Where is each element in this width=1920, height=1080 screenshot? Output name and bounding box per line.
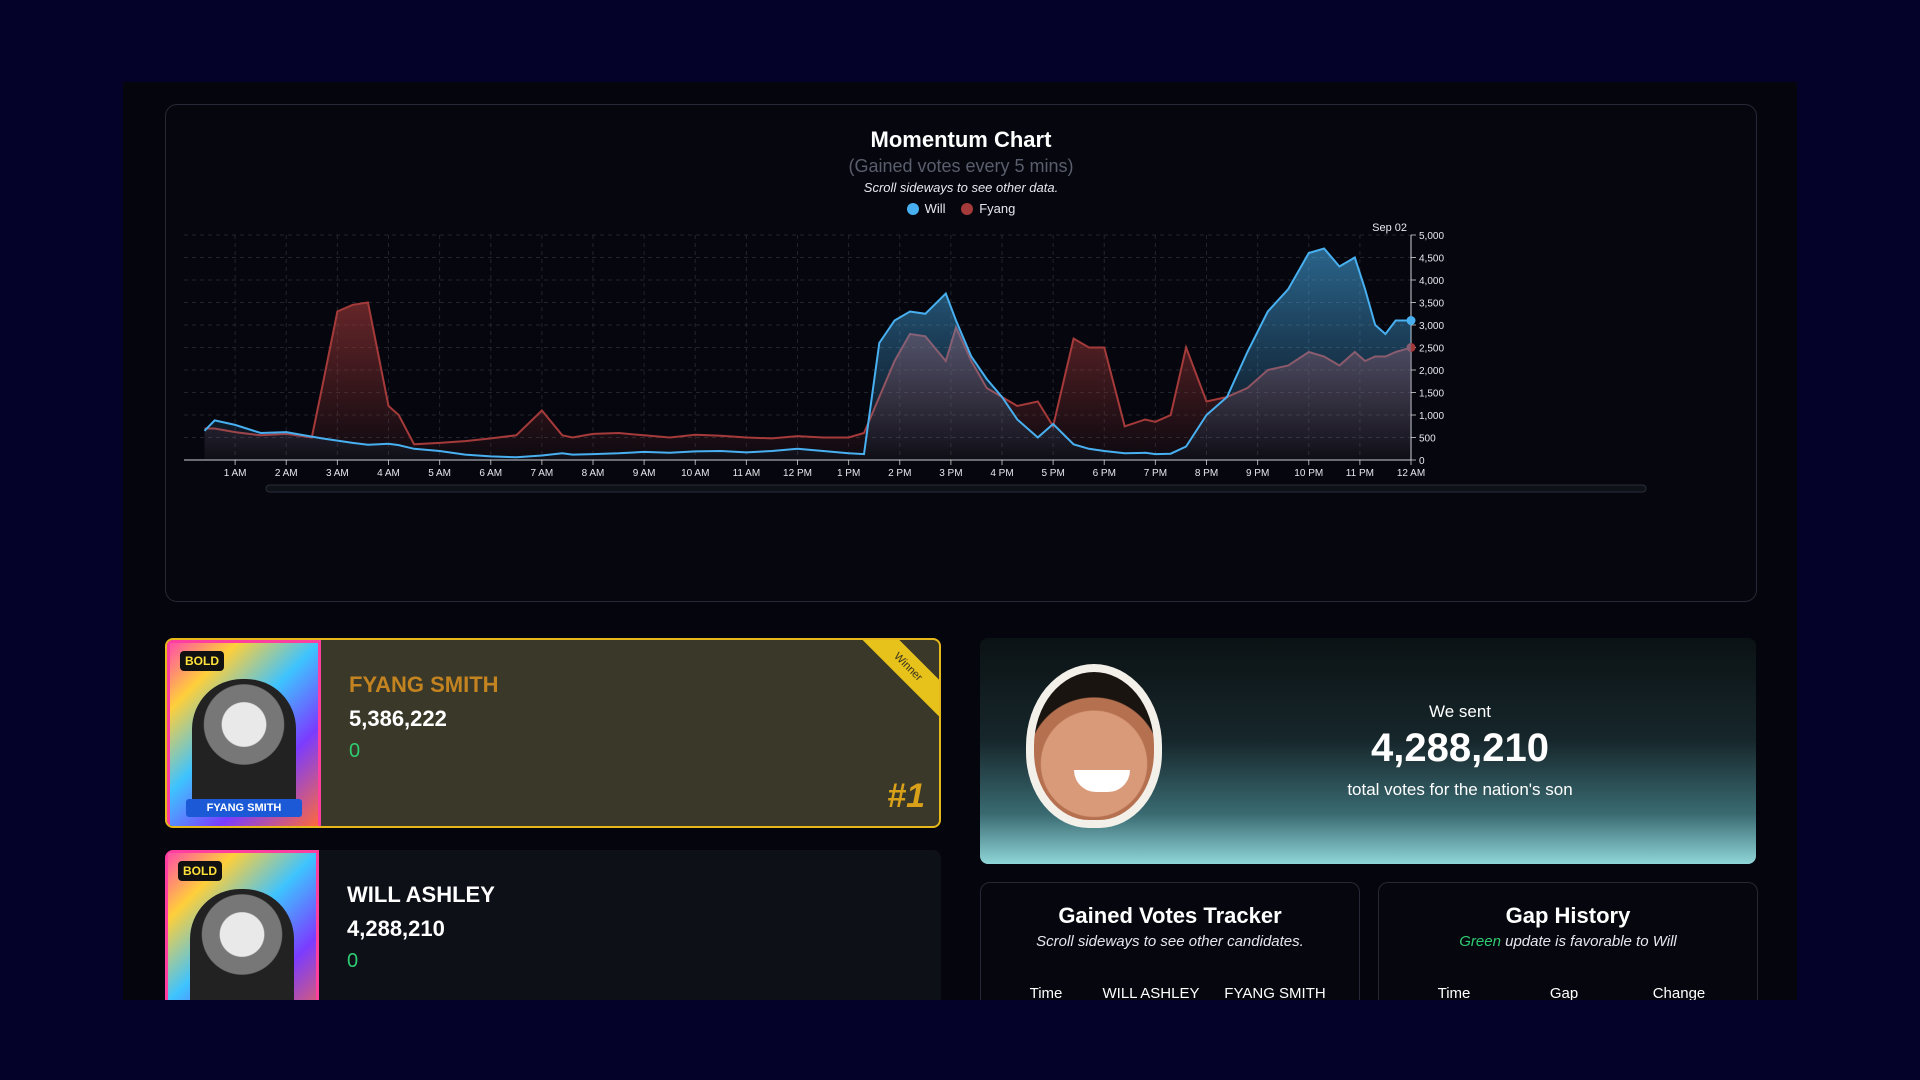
x-tick-label: 2 PM bbox=[888, 468, 911, 479]
y-tick-label: 4,000 bbox=[1419, 276, 1444, 287]
candidate-poster: BOLD bbox=[165, 850, 319, 1000]
legend-label-fyang: Fyang bbox=[979, 201, 1016, 216]
x-tick-label: 5 AM bbox=[428, 468, 451, 479]
x-tick-label: 6 AM bbox=[479, 468, 502, 479]
candidate-card-winner[interactable]: BOLD FYANG SMITH FYANG SMITH 5,386,222 0… bbox=[165, 638, 941, 828]
x-tick-label: 11 AM bbox=[733, 468, 761, 479]
y-tick-label: 1,500 bbox=[1419, 389, 1444, 400]
chart-title: Momentum Chart bbox=[870, 127, 1052, 152]
x-tick-label: 9 PM bbox=[1246, 468, 1269, 479]
tracker-note: Scroll sideways to see other candidates. bbox=[1036, 933, 1304, 950]
x-tick-label: 8 AM bbox=[582, 468, 605, 479]
y-tick-label: 0 bbox=[1419, 456, 1425, 467]
x-tick-label: 8 PM bbox=[1195, 468, 1218, 479]
candidate-votes: 4,288,210 bbox=[347, 916, 445, 941]
gap-history[interactable]: Gap History Green update is favorable to… bbox=[1378, 882, 1758, 1000]
sent-number: 4,288,210 bbox=[1371, 726, 1549, 770]
poster-tag: BOLD bbox=[178, 861, 222, 881]
poster-tag: BOLD bbox=[180, 651, 224, 671]
x-tick-label: 10 AM bbox=[681, 468, 709, 479]
legend-item-will[interactable]: Will bbox=[906, 201, 946, 216]
y-tick-label: 500 bbox=[1419, 434, 1436, 445]
x-tick-label: 2 AM bbox=[275, 468, 298, 479]
x-tick-label: 4 PM bbox=[990, 468, 1013, 479]
candidate-gain: 0 bbox=[349, 740, 361, 762]
x-tick-label: 7 AM bbox=[530, 468, 553, 479]
gap-title: Gap History bbox=[1505, 903, 1631, 928]
face-sticker bbox=[1026, 664, 1162, 828]
legend-item-fyang[interactable]: Fyang bbox=[961, 201, 1015, 216]
candidate-gain: 0 bbox=[347, 950, 359, 972]
x-tick-label: 4 AM bbox=[377, 468, 400, 479]
candidate-name: FYANG SMITH bbox=[349, 672, 499, 697]
candidate-name: WILL ASHLEY bbox=[347, 882, 495, 907]
candidate-card-second[interactable]: BOLD WILL ASHLEY 4,288,210 0 bbox=[165, 850, 941, 1000]
x-tick-label: 10 PM bbox=[1294, 468, 1323, 479]
candidate-photo bbox=[190, 889, 294, 1000]
y-tick-label: 4,500 bbox=[1419, 254, 1444, 265]
momentum-chart-card: 0 500 1,000 1,500 2,000 2,500 3,000 3,500 4,000 4… bbox=[165, 104, 1757, 602]
date-label: Sep 02 bbox=[1372, 222, 1407, 234]
chart-note: Scroll sideways to see other data. bbox=[863, 180, 1059, 195]
gap-header-change: Change bbox=[1652, 985, 1706, 1000]
x-tick-label: 12 AM bbox=[1397, 468, 1425, 479]
gap-header-time: Time bbox=[1437, 985, 1471, 1000]
tracker-header-fyang: FYANG SMITH bbox=[1224, 985, 1326, 1000]
chart-legend: Will Fyang bbox=[166, 201, 1756, 218]
x-tick-label: 3 AM bbox=[326, 468, 349, 479]
x-tick-label: 1 AM bbox=[224, 468, 247, 479]
y-tick-label: 5,000 bbox=[1419, 231, 1444, 242]
y-tick-label: 1,000 bbox=[1419, 411, 1444, 422]
gap-header-gap: Gap bbox=[1549, 985, 1579, 1000]
legend-dot-will bbox=[906, 202, 919, 215]
chart-scrollbar bbox=[265, 484, 1647, 493]
legend-dot-fyang bbox=[961, 202, 974, 215]
gap-note: Green update is favorable to Will bbox=[1379, 933, 1757, 950]
y-tick-label: 2,000 bbox=[1419, 366, 1444, 377]
we-sent-banner: We sent 4,288,210 total votes for the na… bbox=[980, 638, 1756, 864]
x-tick-label: 12 PM bbox=[783, 468, 812, 479]
x-tick-label: 3 PM bbox=[939, 468, 962, 479]
gap-note-rest: update is favorable to Will bbox=[1500, 933, 1677, 950]
x-tick-label: 7 PM bbox=[1144, 468, 1167, 479]
legend-label-will: Will bbox=[924, 201, 946, 216]
tracker-header-will: WILL ASHLEY bbox=[1102, 985, 1200, 1000]
sent-description: total votes for the nation's son bbox=[1347, 780, 1573, 799]
app-frame: 0 500 1,000 1,500 2,000 2,500 3,000 3,500 4,000 4… bbox=[123, 82, 1797, 1000]
x-tick-label: 9 AM bbox=[633, 468, 656, 479]
x-tick-label: 1 PM bbox=[837, 468, 860, 479]
series-endpoint-will bbox=[1406, 316, 1416, 325]
gained-votes-tracker[interactable]: Gained Votes Tracker Scroll sideways to … bbox=[980, 882, 1360, 1000]
winner-ribbon: Winner bbox=[845, 640, 939, 730]
y-tick-label: 3,500 bbox=[1419, 299, 1444, 310]
candidate-votes: 5,386,222 bbox=[349, 706, 447, 731]
tracker-title: Gained Votes Tracker bbox=[1058, 903, 1282, 928]
face-image bbox=[1034, 672, 1154, 820]
sent-label: We sent bbox=[1428, 702, 1492, 721]
chart-subtitle: (Gained votes every 5 mins) bbox=[848, 156, 1074, 176]
poster-name: FYANG SMITH bbox=[186, 799, 302, 817]
candidate-poster: BOLD FYANG SMITH bbox=[167, 640, 321, 826]
face-smile bbox=[1074, 770, 1130, 792]
y-tick-label: 2,500 bbox=[1419, 344, 1444, 355]
x-tick-label: 11 PM bbox=[1346, 468, 1374, 479]
y-tick-label: 3,000 bbox=[1419, 321, 1444, 332]
tracker-header-time: Time bbox=[1029, 985, 1063, 1000]
candidate-photo bbox=[192, 679, 296, 809]
rank-badge: #1 bbox=[887, 777, 925, 815]
x-tick-label: 5 PM bbox=[1041, 468, 1064, 479]
gap-note-green: Green bbox=[1459, 933, 1501, 950]
x-tick-label: 6 PM bbox=[1093, 468, 1116, 479]
